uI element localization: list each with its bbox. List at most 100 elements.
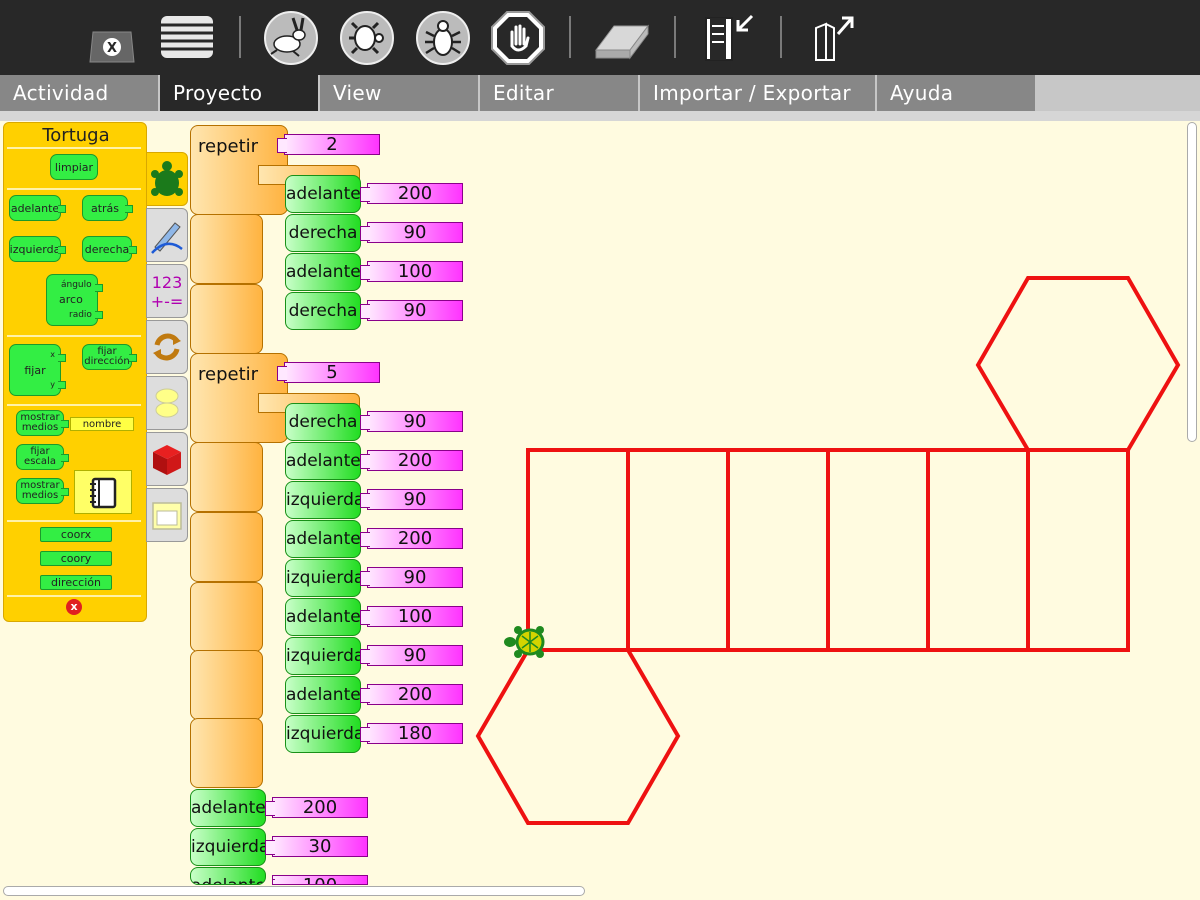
palette-divider	[7, 520, 141, 522]
palette-divider	[7, 147, 141, 149]
value-input[interactable]: 100	[272, 875, 368, 885]
turtle-sprite[interactable]	[504, 626, 545, 658]
value-input[interactable]: 90	[360, 222, 463, 243]
command-block[interactable]: derecha	[285, 214, 361, 252]
pen-icon	[151, 222, 183, 254]
repeat-block-spine	[190, 582, 263, 652]
block-izquierda[interactable]: izquierda	[9, 236, 66, 262]
value-input[interactable]: 200	[360, 684, 463, 705]
block-fijar[interactable]: fijar x y	[9, 344, 66, 396]
command-block[interactable]: adelante	[285, 175, 361, 213]
value-input[interactable]: 100	[360, 606, 463, 627]
value-input[interactable]: 200	[360, 183, 463, 204]
repeat-block-spine	[190, 650, 263, 720]
drawn-rectangle	[1026, 448, 1130, 652]
value-input[interactable]: 200	[265, 797, 368, 818]
command-block[interactable]: izquierda	[285, 715, 361, 753]
repeat-block-spine	[190, 718, 263, 788]
command-block[interactable]: adelante	[285, 676, 361, 714]
tab-extras-palette[interactable]	[146, 432, 188, 486]
block-arco[interactable]: arco ángulo radio	[46, 274, 103, 326]
block-label: derecha	[84, 242, 130, 256]
block-limpiar[interactable]: limpiar	[50, 154, 98, 180]
block-adelante[interactable]: adelante	[9, 195, 66, 221]
block-mostrar-medios-journal[interactable]: mostrar medios	[16, 478, 69, 504]
repeat-block-spine	[190, 284, 263, 354]
block-label: mostrar medios	[20, 412, 60, 433]
repeat-block-spine	[190, 214, 263, 284]
command-block[interactable]: izquierda	[285, 637, 361, 675]
block-param-label: x	[50, 350, 55, 359]
numbers-icon: 123+-=	[151, 273, 184, 311]
command-block[interactable]: adelante	[190, 867, 266, 885]
value-input[interactable]: 90	[360, 489, 463, 510]
block-mostrar-medios[interactable]: mostrar medios	[16, 410, 69, 436]
value-input[interactable]: 90	[360, 300, 463, 321]
value-input[interactable]: 200	[360, 528, 463, 549]
command-block[interactable]: izquierda	[190, 828, 266, 866]
block-derecha[interactable]: derecha	[82, 236, 137, 262]
value-input[interactable]: 200	[360, 450, 463, 471]
tab-media-palette[interactable]	[146, 488, 188, 542]
svg-text:123: 123	[152, 273, 183, 292]
block-param-label: radio	[69, 310, 92, 320]
command-block[interactable]: derecha	[285, 292, 361, 330]
palette-title: Tortuga	[42, 125, 110, 146]
block-label: adelante	[10, 201, 60, 215]
block-param-label: ángulo	[61, 280, 92, 290]
palette-divider	[7, 595, 141, 597]
svg-text:+-=: +-=	[151, 292, 184, 311]
tab-pen-palette[interactable]	[146, 208, 188, 262]
command-block[interactable]: adelante	[285, 253, 361, 291]
drawn-hexagon	[475, 648, 681, 825]
media-folder-icon	[152, 502, 182, 530]
command-block[interactable]: adelante	[285, 442, 361, 480]
command-block[interactable]: adelante	[285, 520, 361, 558]
value-input[interactable]: 90	[360, 411, 463, 432]
block-fijar-direccion[interactable]: fijar dirección	[82, 344, 137, 370]
repeat-block-spine	[190, 512, 263, 582]
tab-flow-palette[interactable]	[146, 320, 188, 374]
block-direccion[interactable]: dirección	[40, 575, 112, 590]
repeat-label: repetir	[198, 136, 259, 157]
vertical-scrollbar[interactable]	[1187, 122, 1197, 442]
block-coorx[interactable]: coorx	[40, 527, 112, 542]
block-label: fijar escala	[24, 446, 56, 467]
repeat-count-input[interactable]: 2	[277, 134, 380, 155]
repeat-label: repetir	[198, 364, 259, 385]
block-label: arco	[59, 293, 83, 306]
value-input[interactable]: 180	[360, 723, 463, 744]
drawn-rectangle	[726, 448, 830, 652]
value-input[interactable]: 30	[265, 836, 368, 857]
drawn-rectangle	[826, 448, 930, 652]
block-label: mostrar medios	[20, 480, 60, 501]
command-block[interactable]: adelante	[190, 789, 266, 827]
value-input[interactable]: 90	[360, 567, 463, 588]
block-label: fijar dirección	[84, 346, 130, 367]
command-block[interactable]: derecha	[285, 403, 361, 441]
command-block[interactable]: izquierda	[285, 481, 361, 519]
repeat-count-input[interactable]: 5	[277, 362, 380, 383]
block-atras[interactable]: atrás	[82, 195, 133, 221]
value-input[interactable]: 100	[360, 261, 463, 282]
block-nombre[interactable]: nombre	[70, 417, 134, 431]
horizontal-scrollbar[interactable]	[3, 886, 585, 896]
drawn-rectangle	[926, 448, 1030, 652]
blocks-icon	[155, 388, 179, 418]
block-label: fijar	[24, 363, 46, 377]
tab-numbers-palette[interactable]: 123 +-=	[146, 264, 188, 318]
palette-close-icon[interactable]: x	[66, 599, 82, 615]
tab-blocks-palette[interactable]	[146, 376, 188, 430]
palette-divider	[7, 335, 141, 337]
command-block[interactable]: adelante	[285, 598, 361, 636]
value-input[interactable]: 90	[360, 645, 463, 666]
block-coory[interactable]: coory	[40, 551, 112, 566]
repeat-block-spine	[190, 442, 263, 512]
block-label: atrás	[90, 201, 120, 215]
command-block[interactable]: izquierda	[285, 559, 361, 597]
block-fijar-escala[interactable]: fijar escala	[16, 444, 69, 470]
journal-object-icon[interactable]	[74, 470, 132, 514]
palette-divider	[7, 188, 141, 190]
drawn-rectangle	[526, 448, 630, 652]
tab-turtle-palette[interactable]	[146, 152, 188, 206]
